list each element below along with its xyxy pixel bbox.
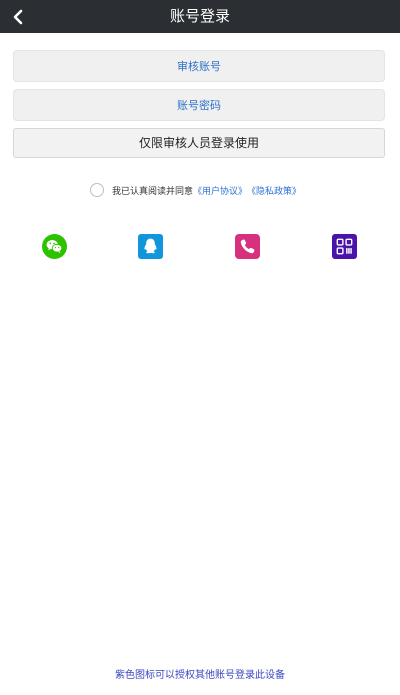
phone-login-button[interactable] (235, 234, 260, 259)
login-button[interactable]: 仅限审核人员登录使用 (13, 128, 385, 158)
back-button[interactable] (0, 0, 36, 33)
footer-note: 紫色图标可以授权其他账号登录此设备 (115, 670, 285, 681)
password-input[interactable] (13, 89, 385, 121)
privacy-policy-link[interactable]: 《隐私政策》 (247, 184, 301, 197)
phone-icon (235, 234, 260, 259)
wechat-icon (42, 234, 67, 259)
account-input[interactable] (13, 50, 385, 82)
chevron-left-icon (13, 9, 23, 24)
qrcode-icon (332, 234, 357, 259)
user-agreement-link[interactable]: 《用户协议》 (193, 184, 247, 197)
agreement-checkbox[interactable] (90, 183, 104, 197)
qq-icon (138, 234, 163, 259)
agreement-row: 我已认真阅读并同意 《用户协议》 《隐私政策》 (90, 181, 301, 199)
agreement-text: 我已认真阅读并同意 (112, 186, 194, 197)
nav-bar: 账号登录 (0, 0, 400, 33)
qrcode-login-button[interactable] (332, 234, 357, 259)
page-title: 账号登录 (169, 7, 230, 25)
wechat-login-button[interactable] (42, 234, 67, 259)
qq-login-button[interactable] (138, 234, 163, 259)
